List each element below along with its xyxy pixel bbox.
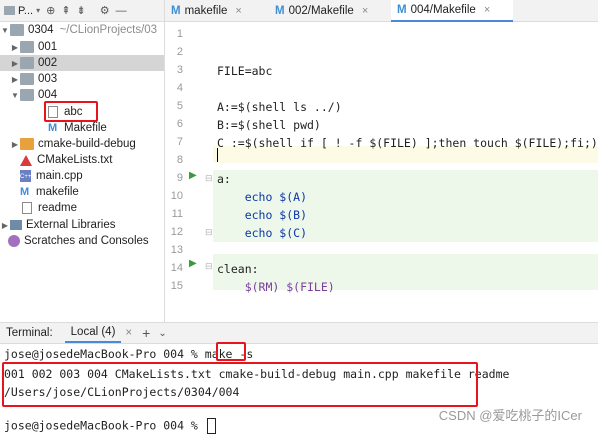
line-number: 6 bbox=[176, 118, 183, 130]
code-line: $(RM) $(FILE) bbox=[217, 280, 335, 294]
terminal-cursor bbox=[206, 418, 216, 434]
folder-icon bbox=[20, 89, 34, 101]
tree-item-makefile-004[interactable]: M Makefile bbox=[0, 120, 164, 136]
folder-icon bbox=[10, 24, 24, 36]
highlight-box-abc bbox=[44, 101, 98, 122]
tree-item-cmake-build-debug[interactable]: ▶ cmake-build-debug bbox=[0, 136, 164, 152]
makefile-icon: M bbox=[171, 5, 181, 17]
terminal-toolbar: Terminal: Local (4) × + ⌄ bbox=[0, 322, 598, 344]
code-editor[interactable]: 1 2 3 4 5 6 7 8 9 10 11 12 13 14 15 ▶ ▶ … bbox=[164, 22, 598, 322]
line-number: 13 bbox=[170, 244, 183, 256]
project-view-selector[interactable]: P... ▾ bbox=[4, 5, 40, 17]
chevron-right-icon[interactable]: ▶ bbox=[10, 75, 20, 84]
folder-icon bbox=[20, 41, 34, 53]
code-line: clean: bbox=[217, 262, 259, 276]
folder-icon bbox=[20, 138, 34, 150]
fold-icon[interactable]: ⊟ bbox=[205, 173, 213, 184]
gear-icon[interactable]: ⚙ bbox=[100, 4, 110, 17]
close-icon[interactable]: × bbox=[235, 5, 241, 17]
folder-icon bbox=[4, 6, 15, 15]
chevron-down-icon: ▾ bbox=[36, 6, 41, 15]
tab-002-makefile[interactable]: M 002/Makefile × bbox=[269, 0, 391, 22]
chevron-down-icon[interactable]: ▼ bbox=[0, 26, 10, 35]
scratches-icon bbox=[8, 235, 20, 247]
code-line: C :=$(shell if [ ! -f $(FILE) ];then tou… bbox=[217, 136, 598, 150]
line-number: 15 bbox=[170, 280, 183, 292]
code-line: FILE=abc bbox=[217, 64, 273, 78]
chevron-right-icon[interactable]: ▶ bbox=[10, 59, 20, 68]
code-line: A:=$(shell ls ../) bbox=[217, 100, 342, 114]
line-number: 1 bbox=[176, 28, 183, 40]
tab-makefile[interactable]: M makefile × bbox=[165, 0, 269, 22]
tree-item-readme[interactable]: readme bbox=[0, 200, 164, 216]
close-icon[interactable]: × bbox=[484, 4, 490, 16]
line-number: 2 bbox=[176, 46, 183, 58]
code-line: echo $(C) bbox=[217, 226, 308, 240]
code-line: echo $(A) bbox=[217, 190, 308, 204]
fold-icon[interactable]: ⊟ bbox=[205, 261, 213, 272]
tree-root[interactable]: ▼ 0304 ~/CLionProjects/03 bbox=[0, 22, 164, 38]
tab-local-terminal[interactable]: Local (4) bbox=[64, 323, 122, 343]
tree-item-main-cpp[interactable]: C++ main.cpp bbox=[0, 168, 164, 184]
line-number: 14 bbox=[170, 262, 183, 274]
code-line: a: bbox=[217, 172, 231, 186]
folder-icon bbox=[20, 57, 34, 69]
terminal-line: jose@josedeMacBook-Pro 004 % bbox=[4, 418, 216, 434]
text-caret bbox=[217, 148, 218, 162]
line-number: 7 bbox=[176, 136, 183, 148]
makefile-icon: M bbox=[20, 186, 30, 198]
line-number: 5 bbox=[176, 100, 183, 112]
makefile-icon: M bbox=[397, 4, 407, 16]
makefile-icon: M bbox=[48, 122, 58, 134]
makefile-icon: M bbox=[275, 5, 285, 17]
line-gutter: 1 2 3 4 5 6 7 8 9 10 11 12 13 14 15 ▶ ▶ … bbox=[165, 22, 213, 322]
close-icon[interactable]: × bbox=[362, 5, 368, 17]
tree-item-cmakelists[interactable]: CMakeLists.txt bbox=[0, 152, 164, 168]
collapse-all-icon[interactable]: ⇞ bbox=[61, 4, 70, 17]
target-icon[interactable]: ⊕ bbox=[46, 4, 55, 17]
editor-tabs: M makefile × M 002/Makefile × M 004/Make… bbox=[164, 0, 598, 22]
line-number: 9 bbox=[176, 172, 183, 184]
fold-icon[interactable]: ⊟ bbox=[205, 227, 213, 238]
chevron-down-icon[interactable]: ⌄ bbox=[158, 328, 166, 339]
tree-item-002[interactable]: ▶ 002 bbox=[0, 55, 164, 71]
run-target-icon[interactable]: ▶ bbox=[189, 258, 197, 269]
code-line: B:=$(shell pwd) bbox=[217, 118, 321, 132]
line-number: 3 bbox=[176, 64, 183, 76]
line-number: 10 bbox=[170, 190, 183, 202]
folder-icon bbox=[20, 73, 34, 85]
add-icon[interactable]: + bbox=[142, 325, 150, 341]
close-icon[interactable]: × bbox=[125, 327, 132, 339]
tree-item-makefile[interactable]: M makefile bbox=[0, 184, 164, 200]
chevron-right-icon[interactable]: ▶ bbox=[10, 140, 20, 149]
terminal-label: Terminal: bbox=[6, 327, 53, 339]
line-number: 12 bbox=[170, 226, 183, 238]
highlight-box-flag bbox=[216, 342, 246, 361]
project-toolbar: P... ▾ ⊕ ⇞ ⇟ ⚙ — bbox=[0, 0, 164, 22]
tree-item-001[interactable]: ▶ 001 bbox=[0, 39, 164, 55]
code-line: echo $(B) bbox=[217, 208, 308, 222]
chevron-down-icon[interactable]: ▼ bbox=[10, 91, 20, 100]
file-icon bbox=[22, 202, 32, 214]
line-number: 11 bbox=[171, 208, 183, 220]
line-number: 4 bbox=[176, 82, 183, 94]
expand-all-icon[interactable]: ⇟ bbox=[77, 4, 86, 17]
line-number: 8 bbox=[176, 154, 183, 166]
run-target-icon[interactable]: ▶ bbox=[189, 170, 197, 181]
library-icon bbox=[10, 220, 22, 230]
highlight-box-output bbox=[2, 362, 478, 407]
tree-item-scratches[interactable]: Scratches and Consoles bbox=[0, 233, 164, 249]
chevron-right-icon[interactable]: ▶ bbox=[0, 221, 10, 230]
chevron-right-icon[interactable]: ▶ bbox=[10, 43, 20, 52]
cpp-file-icon: C++ bbox=[20, 170, 31, 182]
watermark: CSDN @爱吃桃子的ICer bbox=[438, 408, 582, 423]
cmake-icon bbox=[20, 154, 32, 166]
tab-004-makefile[interactable]: M 004/Makefile × bbox=[391, 0, 513, 22]
tree-item-003[interactable]: ▶ 003 bbox=[0, 71, 164, 87]
minimize-icon[interactable]: — bbox=[116, 5, 127, 17]
project-tree: ▼ 0304 ~/CLionProjects/03 ▶ 001 ▶ 002 ▶ … bbox=[0, 22, 164, 322]
tree-item-external-libraries[interactable]: ▶ External Libraries bbox=[0, 217, 164, 233]
